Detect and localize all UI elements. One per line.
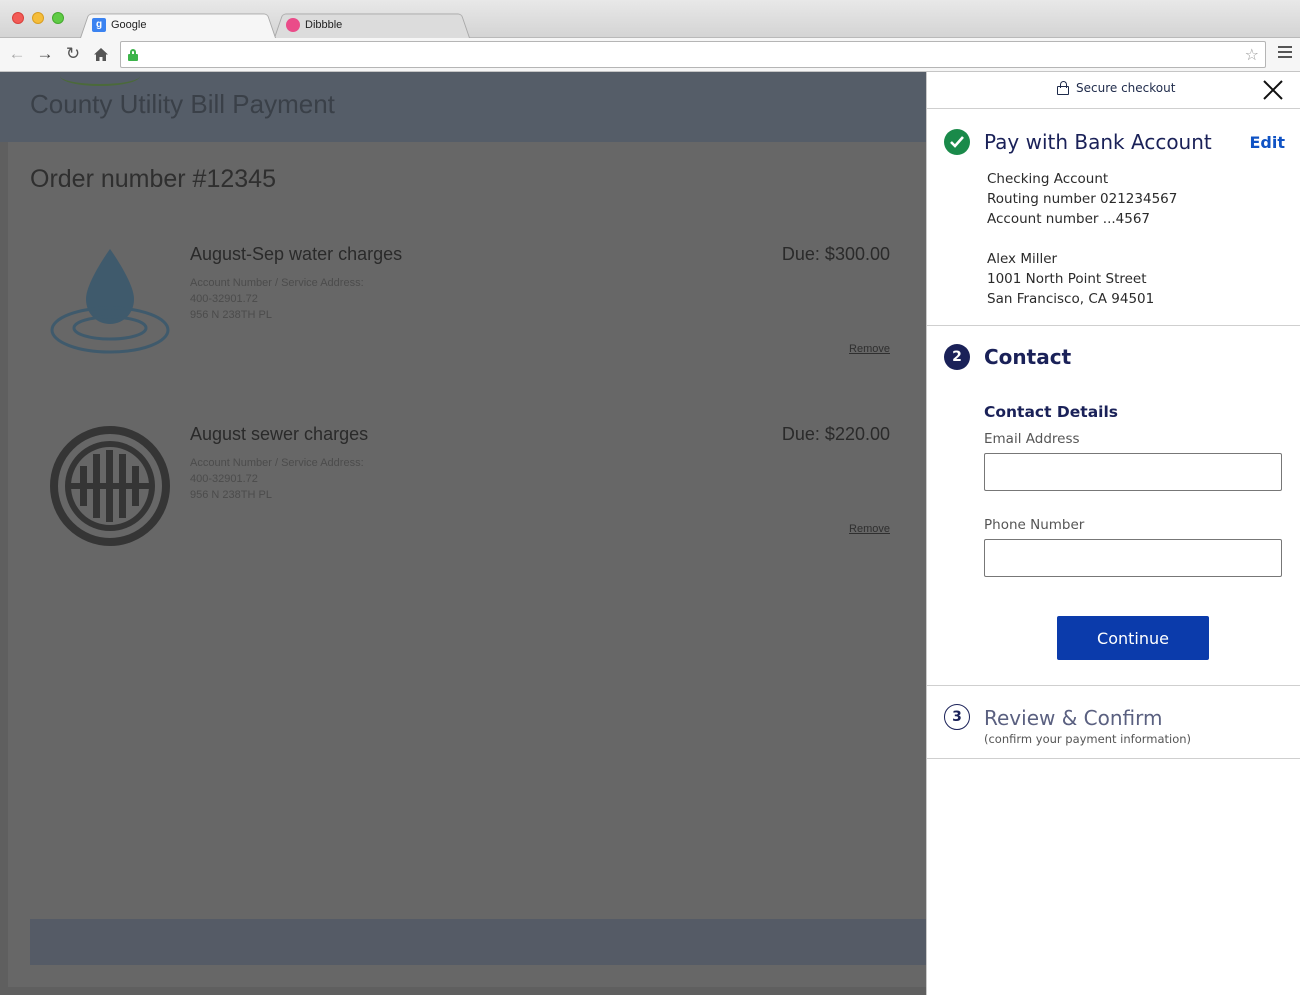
edit-payment-link[interactable]: Edit xyxy=(1249,133,1285,152)
tab-title: Google xyxy=(111,18,147,31)
close-icon[interactable] xyxy=(1261,78,1285,102)
step-number-badge: 2 xyxy=(944,344,970,370)
account-type: Checking Account xyxy=(987,171,1109,187)
tab-title: Dibbble xyxy=(305,18,343,31)
browser-toolbar: ← → ↻ ☆ xyxy=(0,38,1300,72)
continue-button[interactable]: Continue xyxy=(1057,616,1209,660)
address-bar[interactable]: ☆ xyxy=(120,41,1266,68)
address-city: San Francisco, CA 94501 xyxy=(987,291,1155,307)
checkout-header: Secure checkout xyxy=(927,72,1300,109)
bill-due-amount: Due: $300.00 xyxy=(781,244,890,264)
remove-bill-link[interactable]: Remove xyxy=(849,523,890,535)
home-icon[interactable] xyxy=(90,43,112,65)
bill-account-number: 400-32901.72 xyxy=(190,293,258,305)
ssl-lock-icon xyxy=(128,49,138,61)
browser-tab-dribbble[interactable]: Dibbble xyxy=(274,11,470,39)
google-favicon-icon: g xyxy=(92,17,106,32)
step-payment-method: Pay with Bank Account Edit Checking Acco… xyxy=(927,109,1300,326)
checkout-panel: Secure checkout Pay with Bank Account Ed… xyxy=(926,72,1300,995)
page-background-overlay: County Utility Bill Payment Order number… xyxy=(0,72,926,995)
step-review-confirm: 3 Review & Confirm (confirm your payment… xyxy=(927,686,1300,759)
account-holder-name: Alex Miller xyxy=(987,251,1058,267)
order-title: Order number #12345 xyxy=(30,165,276,193)
email-label: Email Address xyxy=(984,431,1080,447)
bill-name: August-Sep water charges xyxy=(190,244,403,264)
bill-name: August sewer charges xyxy=(190,424,369,444)
secure-checkout-label: Secure checkout xyxy=(1057,81,1175,95)
sewer-grate-icon xyxy=(48,424,172,548)
window-minimize-button[interactable] xyxy=(32,12,44,24)
step-subtitle: (confirm your payment information) xyxy=(984,732,1192,746)
dribbble-favicon-icon xyxy=(286,17,300,32)
email-field[interactable] xyxy=(984,453,1282,491)
address-street: 1001 North Point Street xyxy=(987,271,1147,287)
browser-tab-google[interactable]: g Google xyxy=(80,11,276,39)
browser-menu-icon[interactable] xyxy=(1278,46,1292,58)
back-arrow-icon[interactable]: ← xyxy=(6,43,28,65)
bill-meta-label: Account Number / Service Address: xyxy=(190,277,364,289)
water-drop-icon xyxy=(48,244,172,368)
bill-account-number: 400-32901.72 xyxy=(190,473,258,485)
bill-meta-label: Account Number / Service Address: xyxy=(190,457,364,469)
step-contact: 2 Contact Contact Details Email Address … xyxy=(927,326,1300,686)
step-title: Pay with Bank Account xyxy=(984,130,1212,154)
window-close-button[interactable] xyxy=(12,12,24,24)
bill-item: August-Sep water charges Due: $300.00 Ac… xyxy=(0,244,926,414)
step-title: Contact xyxy=(984,345,1072,369)
account-number: Account number ...4567 xyxy=(987,211,1151,227)
secure-checkout-text: Secure checkout xyxy=(1076,81,1176,95)
lock-icon xyxy=(1057,81,1069,95)
bookmark-star-icon[interactable]: ☆ xyxy=(1245,45,1259,65)
forward-arrow-icon[interactable]: → xyxy=(34,43,56,65)
window-zoom-button[interactable] xyxy=(52,12,64,24)
site-logo-icon xyxy=(60,66,140,86)
bill-service-address: 956 N 238TH PL xyxy=(190,309,272,321)
browser-tab-strip: g Google Dibbble xyxy=(0,0,1300,39)
site-title: County Utility Bill Payment xyxy=(30,89,335,119)
phone-label: Phone Number xyxy=(984,517,1085,533)
step-number-badge: 3 xyxy=(944,704,970,730)
bank-account-summary: Checking Account Routing number 02123456… xyxy=(987,169,1177,309)
site-header: County Utility Bill Payment xyxy=(0,72,926,142)
bill-account-info: Account Number / Service Address: 400-32… xyxy=(190,275,364,323)
reload-icon[interactable]: ↻ xyxy=(62,43,84,65)
contact-details-heading: Contact Details xyxy=(984,403,1119,421)
checkmark-icon xyxy=(944,129,970,155)
bill-account-info: Account Number / Service Address: 400-32… xyxy=(190,455,364,503)
step-title: Review & Confirm xyxy=(984,706,1163,730)
remove-bill-link[interactable]: Remove xyxy=(849,343,890,355)
page-footer xyxy=(30,919,926,965)
routing-number: Routing number 021234567 xyxy=(987,191,1178,207)
bill-service-address: 956 N 238TH PL xyxy=(190,489,272,501)
phone-field[interactable] xyxy=(984,539,1282,577)
bill-item: August sewer charges Due: $220.00 Accoun… xyxy=(0,424,926,594)
bill-due-amount: Due: $220.00 xyxy=(781,424,890,444)
